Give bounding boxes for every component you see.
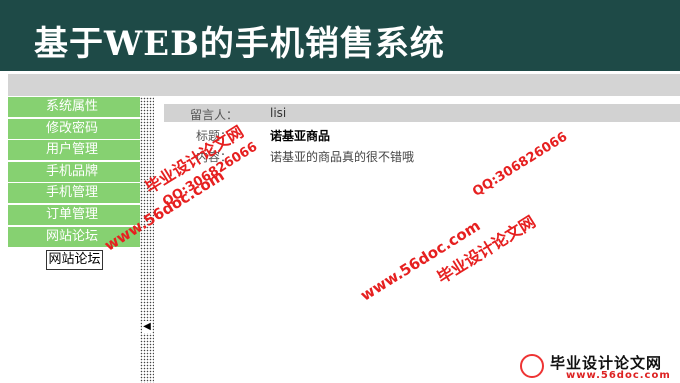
site-logo-icon — [520, 354, 544, 378]
app-header: 基于WEB的手机销售系统 — [0, 0, 680, 71]
message-header-row — [164, 104, 680, 122]
sidebar-item-user-management[interactable]: 用户管理 — [8, 140, 140, 161]
sidebar-menu: 系统属性 修改密码 用户管理 手机品牌 手机管理 订单管理 网站论坛 — [8, 97, 140, 248]
content-label: 内容： — [196, 150, 233, 164]
footer-url: www.56doc.com — [566, 370, 671, 381]
sidebar-item-change-password[interactable]: 修改密码 — [8, 118, 140, 139]
title-value: 诺基亚商品 — [270, 129, 331, 143]
watermark-qq-2: QQ:306826066 — [470, 129, 571, 200]
watermark-url-2: www.56doc.com — [357, 216, 484, 305]
content-value: 诺基亚的商品真的很不错哦 — [270, 150, 415, 164]
sidebar-item-forum[interactable]: 网站论坛 — [8, 226, 140, 247]
watermark-site-name-2: 毕业设计论文网 — [433, 211, 539, 288]
app-title: 基于WEB的手机销售系统 — [34, 24, 445, 64]
author-label: 留言人： — [190, 108, 239, 122]
sidebar-item-order-management[interactable]: 订单管理 — [8, 204, 140, 225]
sidebar-item-forum-selected[interactable]: 网站论坛 — [46, 250, 103, 270]
toolbar-strip — [8, 74, 680, 96]
sidebar-item-phone-brands[interactable]: 手机品牌 — [8, 161, 140, 182]
collapse-sidebar-icon[interactable]: ◀ — [142, 321, 152, 333]
sidebar-item-phone-management[interactable]: 手机管理 — [8, 183, 140, 204]
footer-watermark: 毕业设计论文网 www.56doc.com — [520, 350, 680, 383]
sidebar-item-system-properties[interactable]: 系统属性 — [8, 97, 140, 117]
frame-splitter[interactable] — [140, 97, 154, 383]
author-value: lisi — [270, 106, 287, 120]
title-label: 标题： — [196, 129, 233, 143]
